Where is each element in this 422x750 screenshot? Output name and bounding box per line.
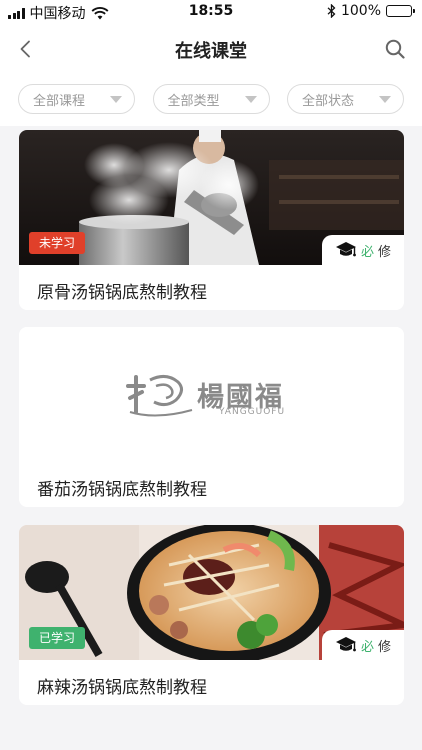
- course-title: 原骨汤锅锅底熬制教程: [37, 283, 207, 303]
- course-card[interactable]: 楊國福 YANGGUOFU 番茄汤锅锅底熬制教程: [19, 327, 404, 507]
- required-suffix: 修: [378, 639, 392, 655]
- status-filter-label: 全部状态: [302, 93, 355, 109]
- course-thumbnail: 楊國福 YANGGUOFU: [19, 327, 404, 462]
- caret-down-icon: [110, 95, 122, 103]
- required-tag: 必 修: [322, 235, 404, 265]
- course-filter-label: 全部课程: [33, 93, 86, 109]
- required-prefix: 必: [360, 639, 374, 655]
- status-bar: 中国移动 18:55 100%: [0, 0, 422, 24]
- filter-bar: 全部课程 全部类型 全部状态: [0, 74, 422, 126]
- required-tag: 必 修: [322, 630, 404, 660]
- battery-percent: 100%: [340, 3, 381, 19]
- search-button[interactable]: [380, 34, 410, 64]
- course-filter-dropdown[interactable]: 全部课程: [18, 84, 135, 114]
- status-badge: 未学习: [29, 232, 86, 254]
- brand-logo-subtext: YANGGUOFU: [219, 407, 286, 417]
- page-title: 在线课堂: [175, 41, 247, 62]
- caret-down-icon: [379, 95, 391, 103]
- course-card[interactable]: 未学习 必 修 原骨汤锅锅底熬制教程: [19, 130, 404, 310]
- caret-down-icon: [244, 95, 257, 103]
- required-suffix: 修: [378, 244, 392, 260]
- search-icon: [385, 39, 405, 59]
- nav-bar: 在线课堂: [0, 24, 422, 74]
- status-filter-dropdown[interactable]: 全部状态: [287, 84, 404, 114]
- course-title: 麻辣汤锅锅底熬制教程: [37, 678, 207, 698]
- required-prefix: 必: [360, 244, 374, 260]
- graduation-cap-icon: [335, 242, 356, 257]
- battery-icon: [386, 5, 415, 17]
- course-thumbnail: 未学习 必 修: [19, 130, 404, 265]
- course-card[interactable]: 已学习 必 修 麻辣汤锅锅底熬制教程: [19, 525, 404, 705]
- type-filter-label: 全部类型: [167, 93, 220, 109]
- type-filter-dropdown[interactable]: 全部类型: [152, 84, 270, 114]
- course-title: 番茄汤锅锅底熬制教程: [37, 480, 207, 500]
- graduation-cap-icon: [335, 637, 356, 652]
- bluetooth-icon: [327, 4, 336, 18]
- status-badge: 已学习: [29, 627, 86, 649]
- course-thumbnail: 已学习 必 修: [19, 525, 404, 660]
- brand-logo-emblem: [126, 375, 193, 417]
